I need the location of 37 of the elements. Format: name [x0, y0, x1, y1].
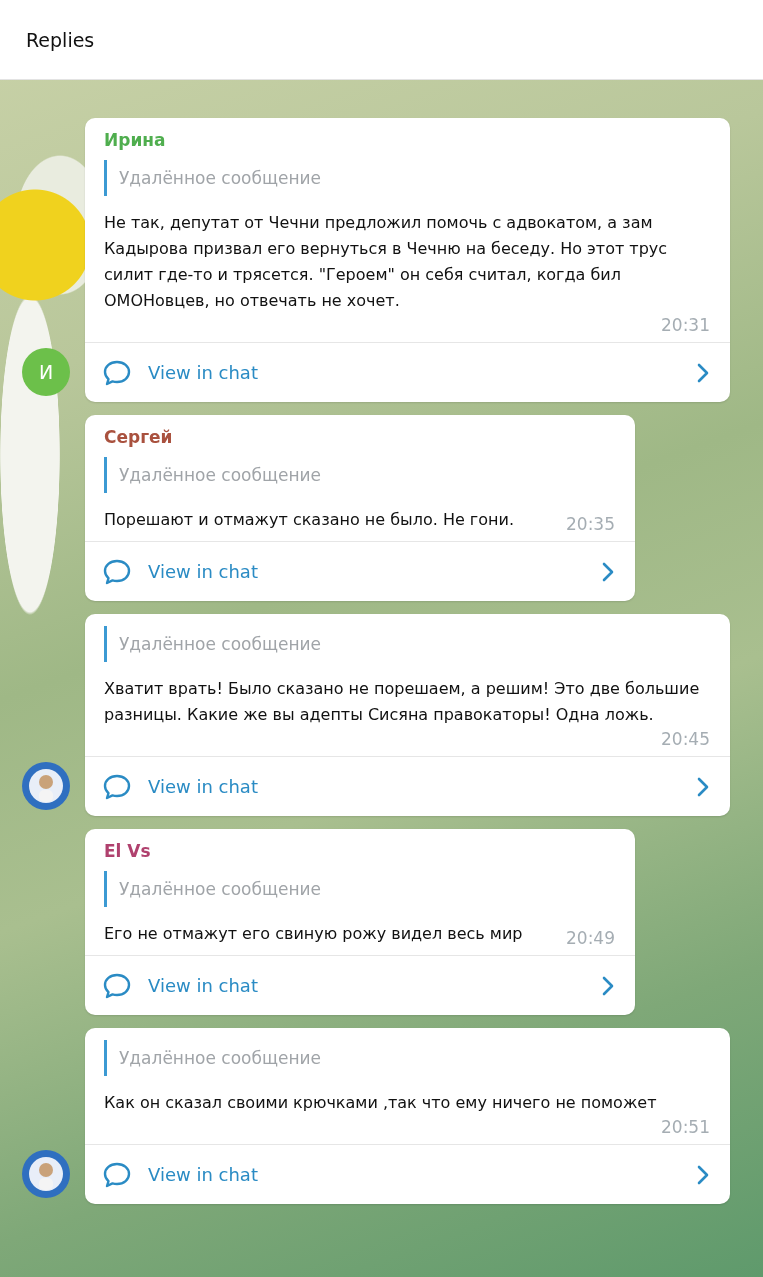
message-time: 20:35 [565, 513, 615, 535]
message-time: 20:31 [660, 314, 710, 336]
message-text: Его не отмажут его свиную рожу видел весь мир [104, 923, 523, 945]
avatar-picture[interactable] [22, 1150, 70, 1198]
chat-bubble-icon [102, 772, 132, 801]
quoted-message[interactable]: Удалённое сообщение [104, 1040, 710, 1076]
chevron-right-icon [601, 561, 615, 582]
message-text: Не так, депутат от Чечни предложил помочь с адвокатом, а зам Кадырова призвал его вернуться в Чечню на беседу. Но этот трус силит где-то и трясется. "Героем" он себя считал, когда бил ОМОНовцев, но отвечать не хочет. [104, 212, 669, 312]
message-text: Порешают и отмажут сказано не было. Не гони. [104, 509, 514, 531]
message-text: Хватит врать! Было сказано не порешаем, а решим! Это две большие разницы. Какие же вы адепты Сисяна правокаторы! Одна ложь. [104, 678, 701, 726]
chevron-right-icon [696, 776, 710, 797]
view-in-chat-button[interactable]: View in chat [85, 955, 635, 1015]
chat-bubble-icon [102, 358, 132, 387]
message-time: 20:45 [660, 728, 710, 750]
view-in-chat-button[interactable]: View in chat [85, 756, 730, 816]
view-in-chat-button[interactable]: View in chat [85, 342, 730, 402]
avatar-letter[interactable]: И [22, 348, 70, 396]
avatar-picture[interactable] [22, 762, 70, 810]
message-text: Как он сказал своими крючками ,так что ему ничего не поможет [104, 1092, 657, 1114]
quoted-message[interactable]: Удалённое сообщение [104, 626, 710, 662]
quoted-message[interactable]: Удалённое сообщение [104, 457, 615, 493]
quoted-message[interactable]: Удалённое сообщение [104, 160, 710, 196]
header-title: Replies [26, 28, 95, 51]
message-time: 20:49 [565, 927, 615, 949]
chat-bubble-icon [102, 557, 132, 586]
chevron-right-icon [696, 362, 710, 383]
sender-name[interactable]: Сергей [104, 427, 615, 447]
message-time: 20:51 [660, 1116, 710, 1138]
chat-bubble-icon [102, 1160, 132, 1189]
sender-name[interactable]: El Vs [104, 841, 615, 861]
quoted-message[interactable]: Удалённое сообщение [104, 871, 615, 907]
chat-bubble-icon [102, 971, 132, 1000]
view-in-chat-button[interactable]: View in chat [85, 1144, 730, 1204]
chevron-right-icon [601, 975, 615, 996]
sender-name[interactable]: Ирина [104, 130, 710, 150]
view-in-chat-button[interactable]: View in chat [85, 541, 635, 601]
chevron-right-icon [696, 1164, 710, 1185]
